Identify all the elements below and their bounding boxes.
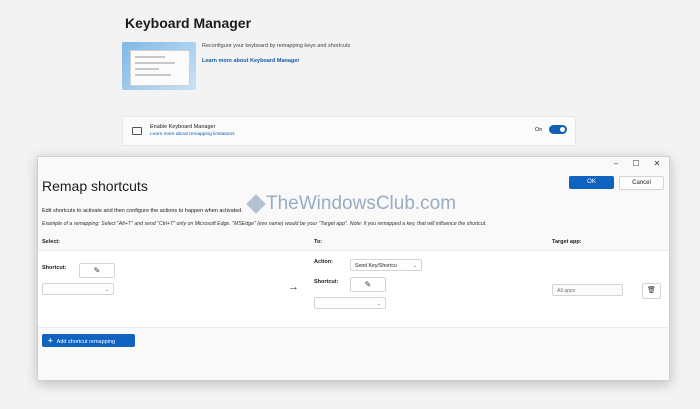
chevron-down-icon: ⌄	[376, 301, 381, 307]
select-shortcut-label: Shortcut:	[42, 265, 67, 271]
target-shortcut-label: Shortcut:	[314, 279, 339, 285]
remap-shortcuts-dialog: – ☐ ✕ Remap shortcuts OK Cancel TheWindo…	[37, 156, 670, 381]
toggle-state-label: On	[535, 127, 543, 133]
chevron-down-icon: ⌄	[104, 287, 109, 293]
dialog-title: Remap shortcuts	[42, 178, 148, 194]
maximize-button[interactable]: ☐	[625, 157, 647, 171]
page-title: Keyboard Manager	[125, 15, 252, 31]
pencil-icon: ✎	[364, 280, 372, 289]
arrow-right-icon: →	[288, 281, 299, 293]
keyboard-manager-preview-image	[122, 42, 196, 90]
learn-more-link[interactable]: Learn more about Keyboard Manager	[202, 58, 300, 64]
ok-button[interactable]: OK	[569, 176, 614, 189]
instruction-text: Edit shortcuts to activate and then conf…	[42, 208, 243, 214]
edit-target-shortcut-button[interactable]: ✎	[350, 277, 386, 292]
column-header-select: Select:	[42, 239, 61, 245]
example-text: Example of a remapping: Select "Alt+T" a…	[42, 221, 487, 227]
keyboard-icon	[132, 127, 142, 135]
cancel-button[interactable]: Cancel	[619, 176, 664, 190]
chevron-down-icon: ⌄	[412, 263, 417, 269]
delete-remapping-button[interactable]: 🗑	[642, 283, 661, 299]
action-dropdown[interactable]: Send Key/Shortcu ⌄	[350, 259, 422, 271]
action-label: Action:	[314, 259, 333, 265]
select-key-dropdown[interactable]: ⌄	[42, 283, 114, 295]
edit-shortcut-button[interactable]: ✎	[79, 263, 115, 278]
watermark: TheWindowsClub.com	[266, 193, 457, 214]
add-button-label: Add shortcut remapping	[56, 339, 116, 345]
add-shortcut-remapping-button[interactable]: + Add shortcut remapping	[42, 334, 135, 347]
minimize-button[interactable]: –	[605, 157, 627, 171]
enable-label: Enable Keyboard Manager	[150, 124, 216, 130]
watermark-logo-icon	[246, 194, 266, 214]
pencil-icon: ✎	[93, 266, 101, 275]
remapping-limitations-link[interactable]: Learn more about remapping limitations	[150, 132, 235, 137]
close-button[interactable]: ✕	[646, 157, 668, 171]
action-value: Send Key/Shortcu	[355, 263, 397, 269]
column-header-to: To:	[314, 239, 323, 245]
target-app-input[interactable]: All apps	[552, 284, 623, 296]
plus-icon: +	[48, 336, 53, 345]
page-description: Reconfigure your keyboard by remapping k…	[202, 43, 351, 49]
enable-keyboard-manager-card: Enable Keyboard Manager Learn more about…	[122, 116, 576, 146]
enable-toggle[interactable]	[549, 125, 567, 134]
trash-icon: 🗑	[647, 287, 656, 294]
column-header-target-app: Target app:	[552, 239, 582, 245]
target-key-dropdown[interactable]: ⌄	[314, 297, 386, 309]
